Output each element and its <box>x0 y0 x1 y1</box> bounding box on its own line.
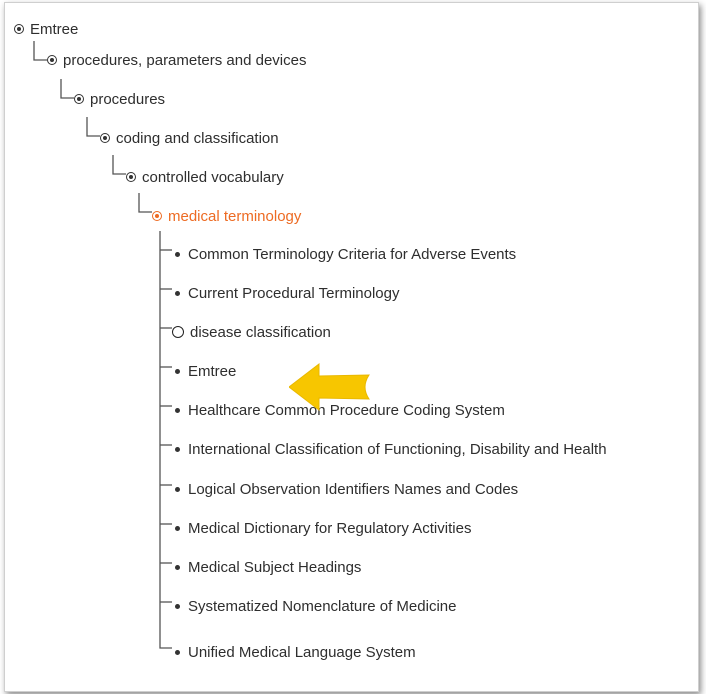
tree-leaf-ctcae[interactable]: Common Terminology Criteria for Adverse … <box>172 242 516 266</box>
tree-node-label: Emtree <box>188 362 237 380</box>
open-node-icon <box>47 55 57 65</box>
leaf-bullet-icon <box>175 368 180 374</box>
tree-node-label: Current Procedural Terminology <box>188 284 400 302</box>
tree-node-procedures-parameters-devices[interactable]: procedures, parameters and devices <box>47 48 306 72</box>
leaf-bullet-icon <box>175 290 180 296</box>
tree-leaf-loinc[interactable]: Logical Observation Identifiers Names an… <box>172 477 518 501</box>
tree-node-label: Systematized Nomenclature of Medicine <box>188 597 457 615</box>
tree-node-label: Common Terminology Criteria for Adverse … <box>188 245 517 263</box>
tree-node-emtree[interactable]: Emtree <box>14 17 78 41</box>
tree-leaf-mesh[interactable]: Medical Subject Headings <box>172 555 361 579</box>
leaf-bullet-icon <box>175 564 180 570</box>
leaf-bullet-icon <box>175 486 180 492</box>
open-node-icon <box>14 24 24 34</box>
tree-node-coding-classification[interactable]: coding and classification <box>100 126 279 150</box>
emtree-hierarchy-panel: Emtree procedures, parameters and device… <box>4 2 699 692</box>
tree-view: Emtree procedures, parameters and device… <box>5 3 698 691</box>
tree-node-procedures[interactable]: procedures <box>74 87 165 111</box>
tree-node-label: Medical Dictionary for Regulatory Activi… <box>188 519 472 537</box>
leaf-bullet-icon <box>175 446 180 452</box>
tree-node-disease-classification[interactable]: disease classification <box>172 320 331 344</box>
leaf-bullet-icon <box>175 649 180 655</box>
tree-node-label: medical terminology <box>168 207 302 225</box>
open-node-icon <box>100 133 110 143</box>
tree-leaf-meddra[interactable]: Medical Dictionary for Regulatory Activi… <box>172 516 471 540</box>
tree-node-label: disease classification <box>190 323 331 341</box>
open-node-icon <box>74 94 84 104</box>
tree-leaf-emtree[interactable]: Emtree <box>172 359 236 383</box>
tree-leaf-cpt[interactable]: Current Procedural Terminology <box>172 281 400 305</box>
tree-node-label: Medical Subject Headings <box>188 558 362 576</box>
open-node-icon <box>152 211 162 221</box>
leaf-bullet-icon <box>175 407 180 413</box>
tree-node-medical-terminology[interactable]: medical terminology <box>152 204 301 228</box>
tree-node-label: coding and classification <box>116 129 279 147</box>
leaf-bullet-icon <box>175 251 180 257</box>
tree-node-label: Unified Medical Language System <box>188 643 416 661</box>
tree-node-label: Logical Observation Identifiers Names an… <box>188 480 519 498</box>
tree-node-label: controlled vocabulary <box>142 168 284 186</box>
leaf-bullet-icon <box>175 603 180 609</box>
tree-node-controlled-vocabulary[interactable]: controlled vocabulary <box>126 165 284 189</box>
tree-node-label: procedures <box>90 90 166 108</box>
tree-leaf-snomed[interactable]: Systematized Nomenclature of Medicine <box>172 594 456 618</box>
open-node-icon <box>126 172 136 182</box>
tree-node-label: procedures, parameters and devices <box>63 51 307 69</box>
arrow-left-icon <box>289 362 370 412</box>
tree-leaf-icf[interactable]: International Classification of Function… <box>172 437 607 461</box>
tree-leaf-umls[interactable]: Unified Medical Language System <box>172 640 416 664</box>
tree-node-label: International Classification of Function… <box>188 440 607 458</box>
leaf-bullet-icon <box>175 525 180 531</box>
collapsed-node-icon <box>172 326 184 338</box>
tree-node-label: Emtree <box>30 20 79 38</box>
